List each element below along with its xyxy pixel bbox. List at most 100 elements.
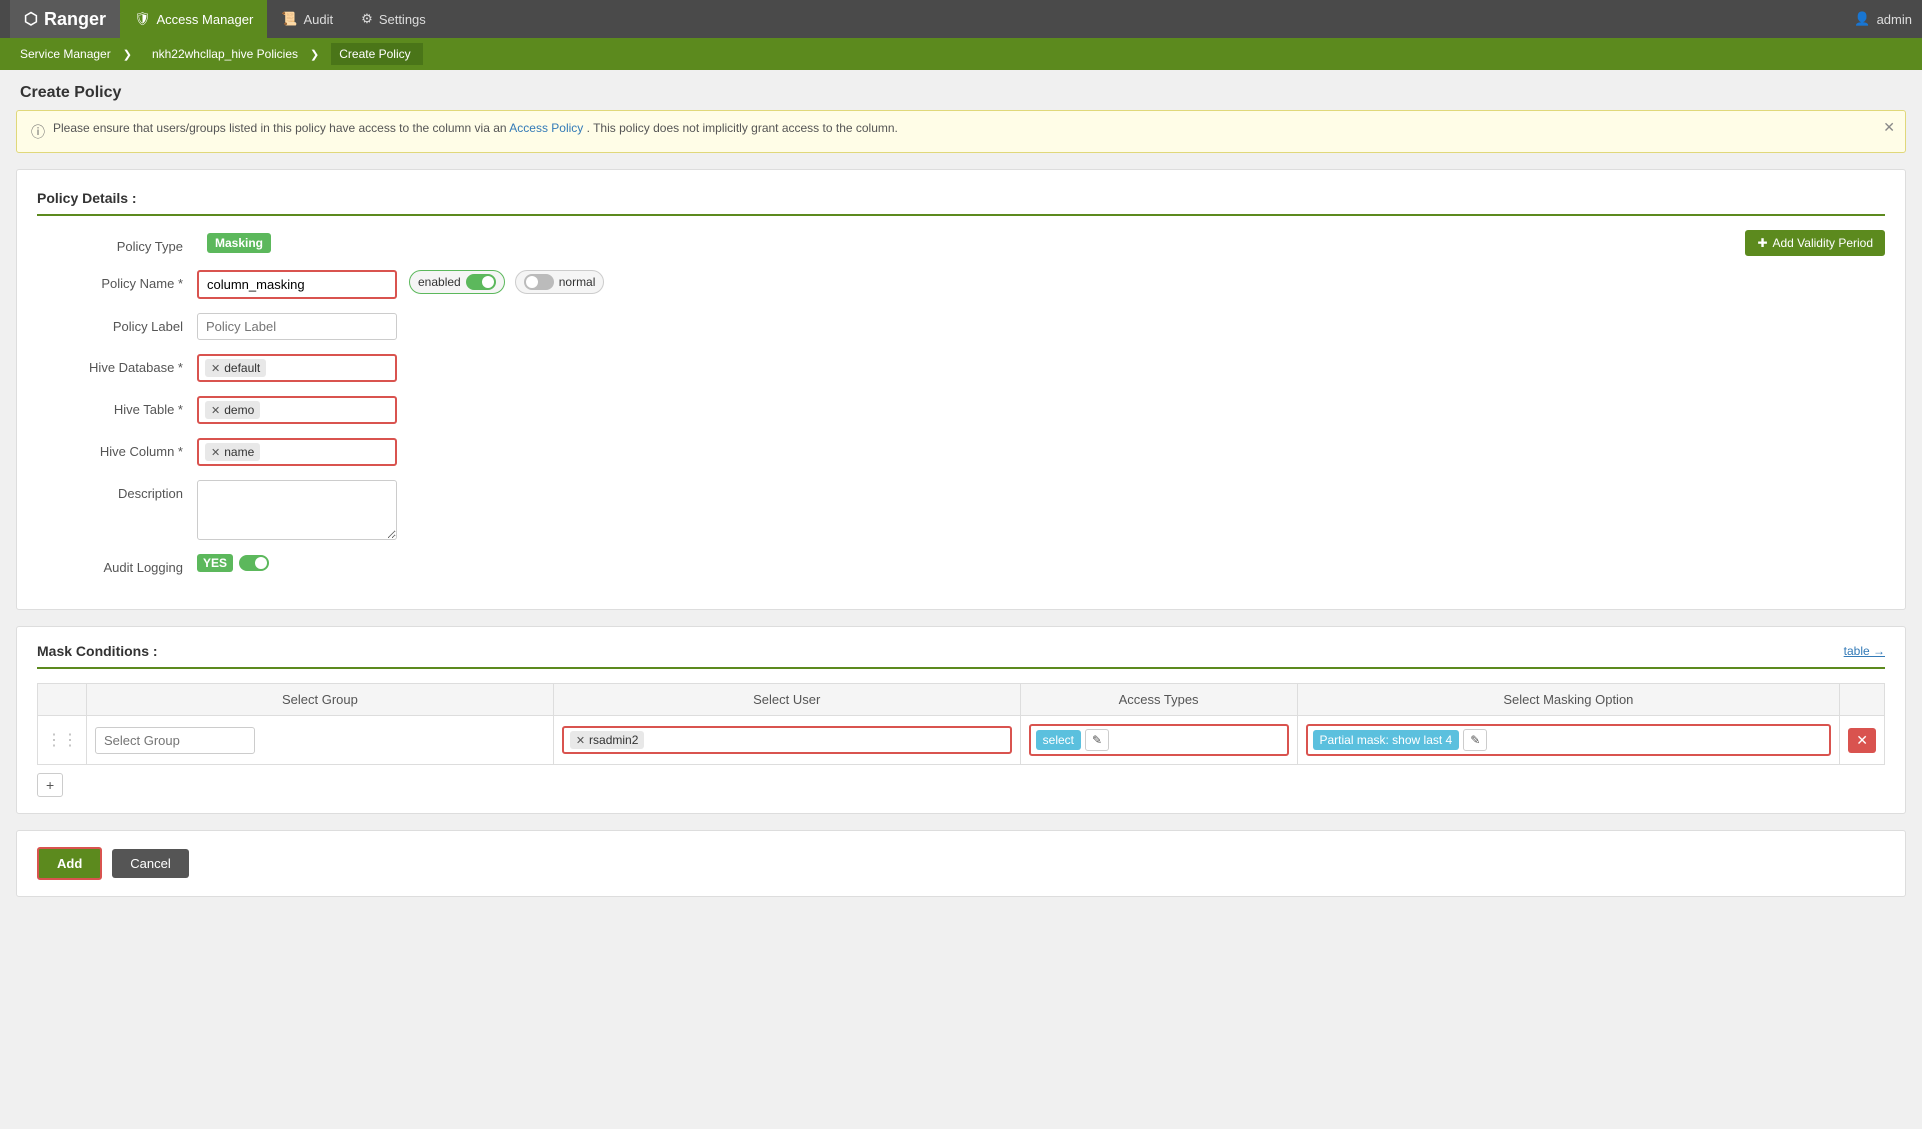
yes-label: YES bbox=[197, 554, 233, 572]
col-access-types: Access Types bbox=[1020, 684, 1297, 716]
conditions-table-wrapper: Select Group Select User Access Types Se… bbox=[37, 683, 1885, 797]
ranger-icon: ⬡ bbox=[24, 9, 38, 29]
alert-text: Please ensure that users/groups listed i… bbox=[53, 121, 898, 135]
masking-option-edit-button[interactable]: ✎ bbox=[1463, 729, 1487, 751]
audit-label: Audit bbox=[304, 12, 334, 27]
brand-label: Ranger bbox=[44, 9, 106, 30]
breadcrumb-hive-policies-label: nkh22whcllap_hive Policies bbox=[152, 47, 298, 61]
col-masking-option: Select Masking Option bbox=[1297, 684, 1840, 716]
policy-type-row: Policy Type Masking ✚ Add Validity Perio… bbox=[37, 230, 1885, 256]
audit-nav[interactable]: 📜 Audit bbox=[267, 0, 347, 38]
policy-details-title: Policy Details : bbox=[37, 190, 1885, 216]
toggle-group: enabled normal bbox=[409, 270, 604, 294]
select-user-input[interactable]: ✕ rsadmin2 bbox=[562, 726, 1012, 754]
add-validity-label: Add Validity Period bbox=[1773, 236, 1874, 250]
hive-table-label: Hive Table * bbox=[37, 396, 197, 417]
enabled-knob bbox=[482, 276, 494, 288]
access-type-value: select bbox=[1043, 733, 1074, 747]
hive-column-label: Hive Column * bbox=[37, 438, 197, 459]
user-tag: ✕ rsadmin2 bbox=[570, 731, 645, 749]
user-icon: 👤 bbox=[1854, 11, 1870, 27]
hive-db-tag-remove[interactable]: ✕ bbox=[211, 362, 220, 375]
user-info: 👤 admin bbox=[1854, 11, 1912, 27]
audit-toggle-group: YES bbox=[197, 554, 269, 572]
user-tag-value: rsadmin2 bbox=[589, 733, 638, 747]
breadcrumb-service-manager-label: Service Manager bbox=[20, 47, 111, 61]
add-validity-button[interactable]: ✚ Add Validity Period bbox=[1745, 230, 1885, 256]
hive-column-row: Hive Column * ✕ name bbox=[37, 438, 1885, 466]
shield-icon: 🛡 bbox=[134, 11, 151, 27]
policy-name-label: Policy Name * bbox=[37, 270, 197, 291]
policy-name-row: Policy Name * enabled normal bbox=[37, 270, 1885, 299]
hive-column-tag: ✕ name bbox=[205, 443, 260, 461]
col-select-user: Select User bbox=[553, 684, 1020, 716]
access-policy-link[interactable]: Access Policy bbox=[509, 121, 583, 135]
hive-db-tag: ✕ default bbox=[205, 359, 266, 377]
col-delete bbox=[1840, 684, 1885, 716]
page-title: Create Policy bbox=[0, 70, 1922, 110]
description-input[interactable] bbox=[197, 480, 397, 540]
breadcrumb-service-manager[interactable]: Service Manager bbox=[12, 43, 144, 65]
drag-handle-icon[interactable]: ⋮⋮ bbox=[46, 732, 78, 749]
select-group-input[interactable] bbox=[95, 727, 255, 754]
alert-box: ⓘ Please ensure that users/groups listed… bbox=[16, 110, 1906, 153]
audit-logging-row: Audit Logging YES bbox=[37, 554, 1885, 575]
table-row: ⋮⋮ ✕ rsadmin2 bbox=[38, 716, 1885, 765]
hive-database-input[interactable]: ✕ default bbox=[197, 354, 397, 382]
hive-table-input[interactable]: ✕ demo bbox=[197, 396, 397, 424]
audit-switch[interactable] bbox=[239, 555, 269, 571]
normal-switch[interactable] bbox=[524, 274, 554, 290]
normal-knob bbox=[526, 276, 538, 288]
mask-conditions-card: Mask Conditions : table → Select Group S… bbox=[16, 626, 1906, 814]
delete-row-button[interactable]: ✕ bbox=[1848, 728, 1876, 753]
mask-section-header: Mask Conditions : table → bbox=[37, 643, 1885, 669]
hive-column-input[interactable]: ✕ name bbox=[197, 438, 397, 466]
hive-table-tag-remove[interactable]: ✕ bbox=[211, 404, 220, 417]
normal-toggle[interactable]: normal bbox=[515, 270, 605, 294]
access-manager-label: Access Manager bbox=[157, 12, 254, 27]
user-tag-remove[interactable]: ✕ bbox=[576, 734, 585, 747]
audit-icon: 📜 bbox=[281, 11, 297, 27]
policy-details-card: Policy Details : Policy Type Masking ✚ A… bbox=[16, 169, 1906, 610]
hive-table-row: Hive Table * ✕ demo bbox=[37, 396, 1885, 424]
hive-db-label: Hive Database * bbox=[37, 354, 197, 375]
policy-name-input[interactable] bbox=[197, 270, 397, 299]
enabled-toggle[interactable]: enabled bbox=[409, 270, 505, 294]
mask-conditions-title: Mask Conditions : bbox=[37, 643, 158, 659]
add-button[interactable]: Add bbox=[37, 847, 102, 880]
breadcrumb-create-policy-label: Create Policy bbox=[339, 47, 410, 61]
enabled-switch[interactable] bbox=[466, 274, 496, 290]
hive-db-tag-value: default bbox=[224, 361, 260, 375]
normal-label: normal bbox=[559, 275, 596, 289]
user-label: admin bbox=[1877, 12, 1912, 27]
masking-option-wrapper[interactable]: Partial mask: show last 4 ✎ bbox=[1306, 724, 1832, 756]
alert-close-button[interactable]: ✕ bbox=[1883, 119, 1895, 136]
bottom-buttons-card: Add Cancel bbox=[16, 830, 1906, 897]
add-row-button[interactable]: + bbox=[37, 773, 63, 797]
access-types-wrapper[interactable]: select ✎ bbox=[1029, 724, 1289, 756]
plus-circle-icon: ✚ bbox=[1757, 236, 1767, 250]
content-wrapper: ⓘ Please ensure that users/groups listed… bbox=[0, 110, 1922, 917]
breadcrumb-create-policy[interactable]: Create Policy bbox=[331, 43, 422, 65]
access-type-edit-button[interactable]: ✎ bbox=[1085, 729, 1109, 751]
hive-table-tag: ✕ demo bbox=[205, 401, 260, 419]
description-row: Description bbox=[37, 480, 1885, 540]
breadcrumb-hive-policies[interactable]: nkh22whcllap_hive Policies bbox=[144, 43, 331, 65]
table-link[interactable]: table → bbox=[1844, 644, 1885, 658]
policy-label-input[interactable] bbox=[197, 313, 397, 340]
enabled-label: enabled bbox=[418, 275, 461, 289]
audit-logging-label: Audit Logging bbox=[37, 554, 197, 575]
access-manager-nav[interactable]: 🛡 Access Manager bbox=[120, 0, 267, 38]
conditions-table: Select Group Select User Access Types Se… bbox=[37, 683, 1885, 765]
settings-nav[interactable]: ⚙ Settings bbox=[347, 0, 440, 38]
policy-label-row: Policy Label bbox=[37, 313, 1885, 340]
hive-column-tag-remove[interactable]: ✕ bbox=[211, 446, 220, 459]
info-icon: ⓘ bbox=[31, 122, 45, 142]
hive-column-tag-value: name bbox=[224, 445, 254, 459]
audit-knob bbox=[255, 557, 267, 569]
settings-label: Settings bbox=[379, 12, 426, 27]
hive-database-row: Hive Database * ✕ default bbox=[37, 354, 1885, 382]
gear-icon: ⚙ bbox=[361, 11, 373, 27]
access-type-badge: select bbox=[1036, 730, 1081, 750]
cancel-button[interactable]: Cancel bbox=[112, 849, 188, 878]
